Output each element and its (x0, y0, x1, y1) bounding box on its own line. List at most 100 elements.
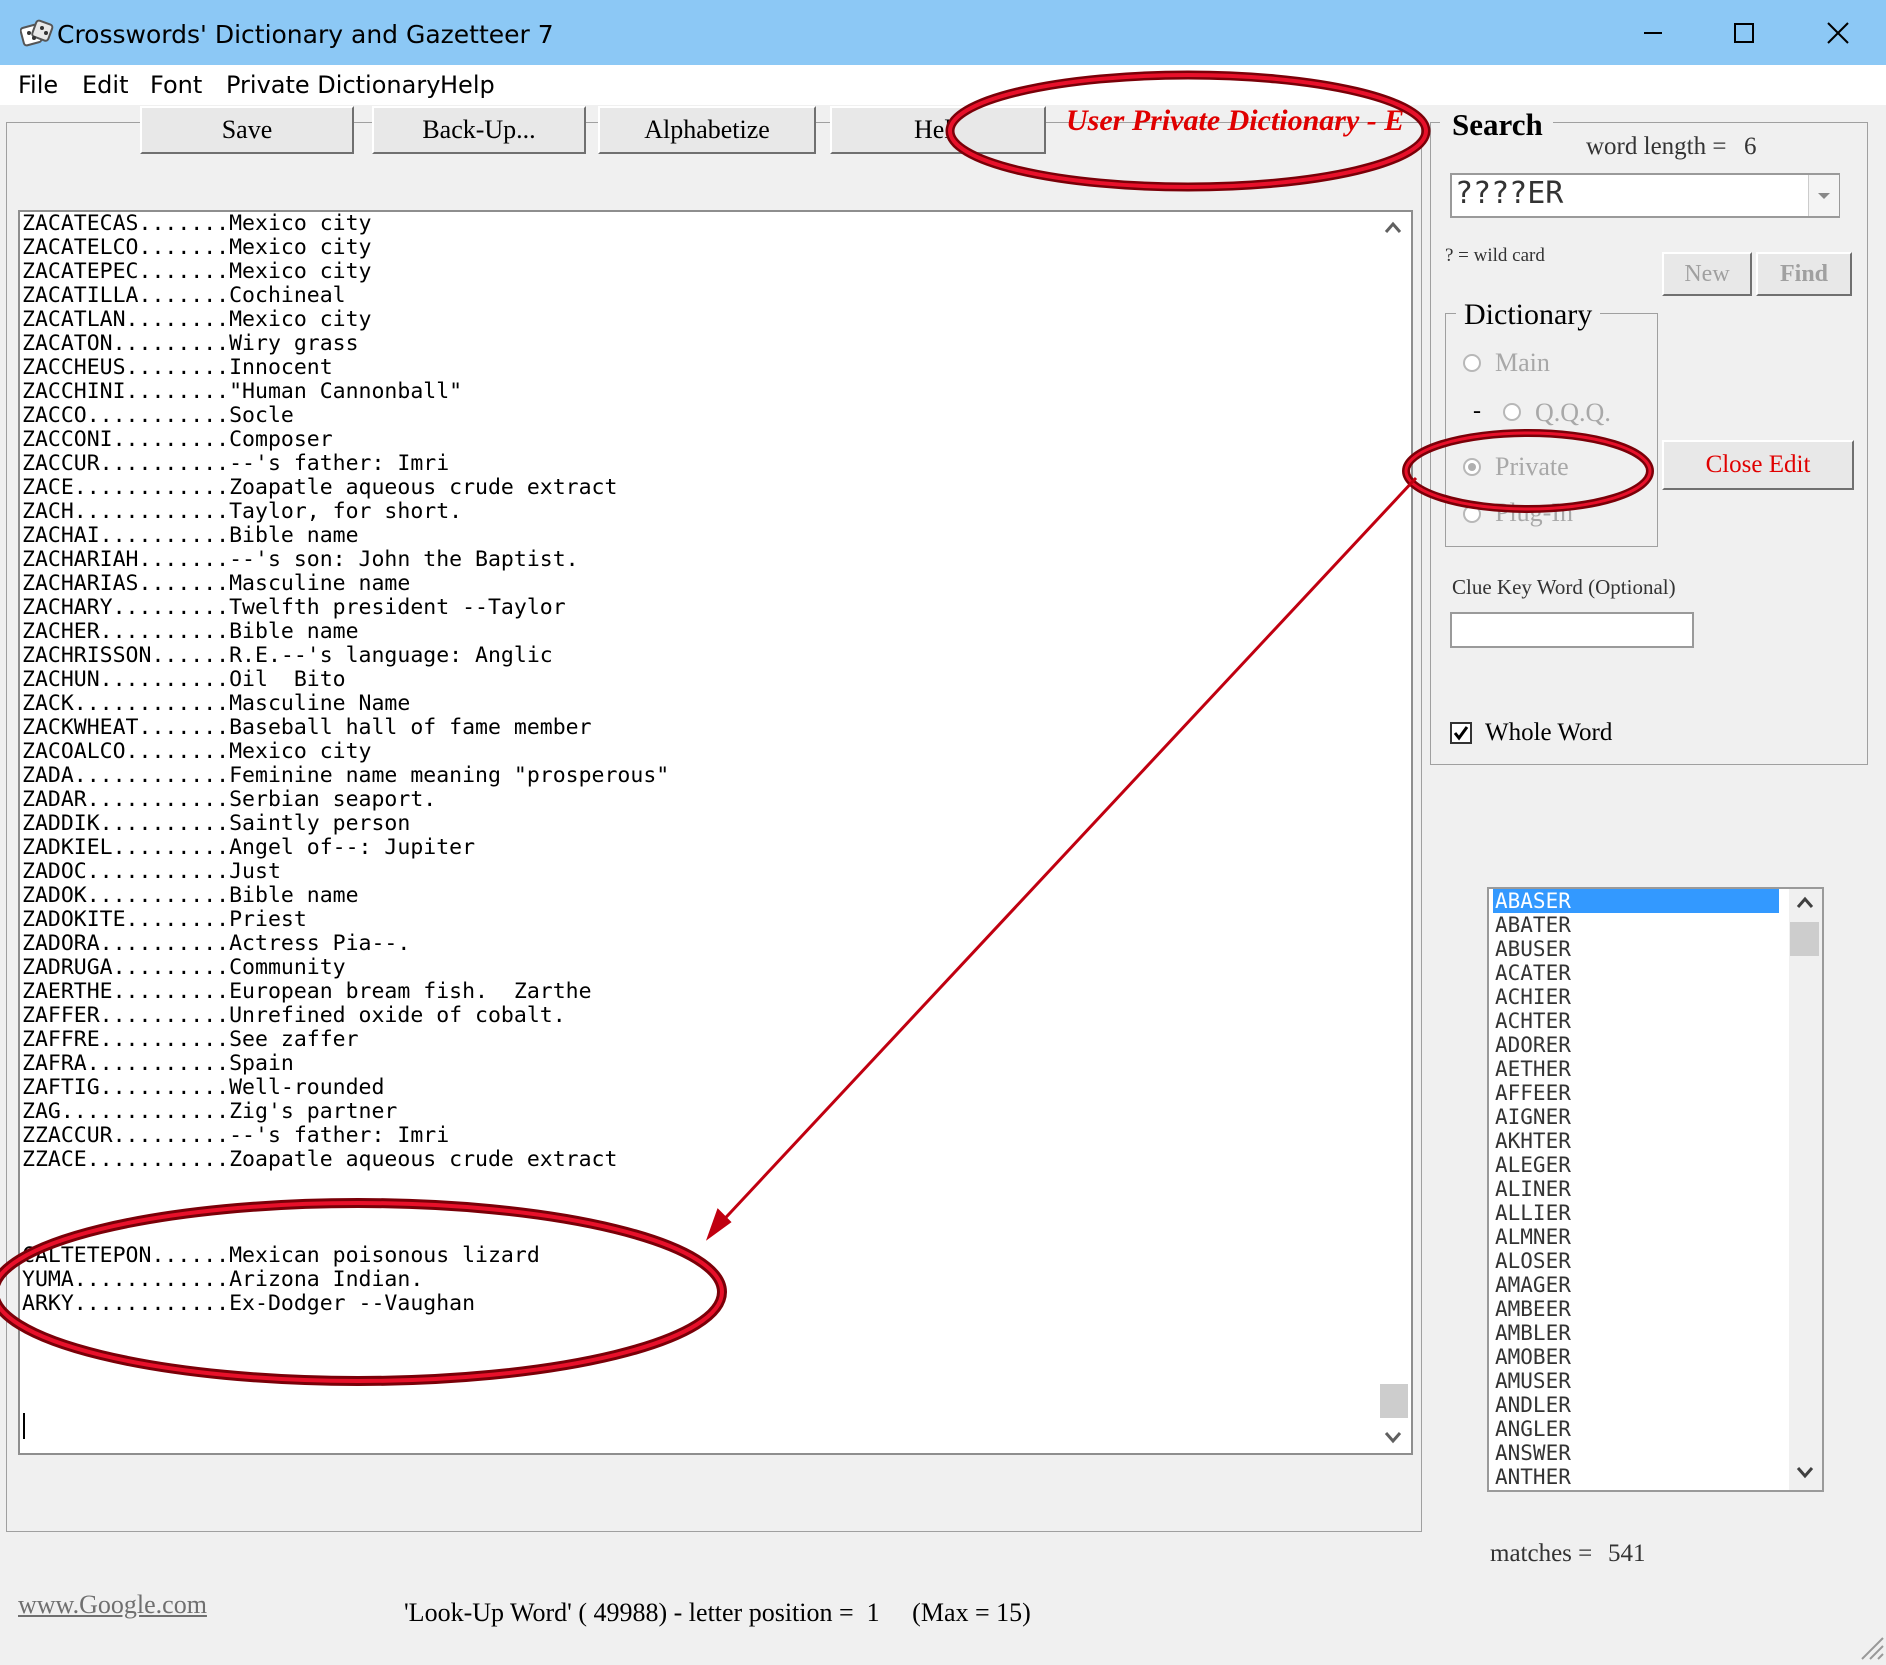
result-item[interactable]: ALLIER (1493, 1201, 1779, 1225)
result-item[interactable]: ANGLER (1493, 1417, 1779, 1441)
result-item[interactable]: AKHTER (1493, 1129, 1779, 1153)
results-scroll-thumb[interactable] (1790, 922, 1819, 956)
result-item[interactable]: ABASER (1493, 889, 1779, 913)
editor-line: ZZACE...........Zoapatle aqueous crude e… (22, 1147, 618, 1172)
result-item[interactable]: ABATER (1493, 913, 1779, 937)
lookup-status: 'Look-Up Word' ( 49988) - letter positio… (404, 1598, 1031, 1627)
results-items: ABASER ABATER ABUSER ACATER ACHIER ACHTER ADOR… (1493, 889, 1779, 1489)
editor-text[interactable]: ZACATECAS.......Mexico city ZACATELCO....… (22, 212, 669, 1316)
result-item[interactable]: ALMNER (1493, 1225, 1779, 1249)
dice-icon[interactable] (19, 18, 54, 52)
scroll-down-icon[interactable] (1383, 1427, 1403, 1452)
editor-line: ZACOALCO........Mexico city (22, 739, 372, 764)
matches-value: 541 (1608, 1540, 1646, 1567)
editor-line: ZADOKITE........Priest (22, 907, 307, 932)
results-scrollbar[interactable] (1789, 889, 1822, 1490)
editor-line: ZACCHINI........"Human Cannonball" (22, 379, 463, 404)
radio-plugin[interactable] (1463, 505, 1481, 523)
editor-line: ZACCO...........Socle (22, 403, 294, 428)
editor-line: ZACHUN..........Oil Bito (22, 667, 346, 692)
backup-button[interactable]: Back-Up... (372, 106, 586, 154)
editor-line: ZADKIEL.........Angel of--: Jupiter (22, 835, 476, 860)
result-item[interactable]: ALEGER (1493, 1153, 1779, 1177)
radio-main-label: Main (1495, 348, 1550, 377)
radio-private[interactable] (1463, 458, 1481, 476)
radio-main[interactable] (1463, 354, 1481, 372)
result-item[interactable]: AMBLER (1493, 1321, 1779, 1345)
close-edit-button[interactable]: Close Edit (1662, 440, 1854, 490)
editor-line: ZADORA..........Actress Pia--. (22, 931, 411, 956)
result-item[interactable]: ACATER (1493, 961, 1779, 985)
editor-line: ZADAR...........Serbian seaport. (22, 787, 437, 812)
google-link[interactable]: www.Google.com (18, 1590, 207, 1620)
editor-line: ZADDIK..........Saintly person (22, 811, 411, 836)
result-item[interactable]: ANDLER (1493, 1393, 1779, 1417)
editor-line: ZACCONI.........Composer (22, 427, 333, 452)
editor-line: ZACATILLA.......Cochineal (22, 283, 346, 308)
window-title: Crosswords' Dictionary and Gazetteer 7 (57, 20, 554, 49)
result-item[interactable]: AMBEER (1493, 1297, 1779, 1321)
result-item[interactable]: ACHTER (1493, 1009, 1779, 1033)
whole-word-label: Whole Word (1485, 719, 1613, 746)
qqq-prefix: - (1473, 398, 1481, 424)
resize-grip-icon[interactable] (1856, 1632, 1884, 1665)
menu-font[interactable]: Font (150, 71, 202, 99)
result-item[interactable]: ANTHER (1493, 1465, 1779, 1489)
wildcard-hint: ? = wild card (1445, 245, 1545, 266)
whole-word-checkbox[interactable] (1450, 722, 1472, 744)
save-button[interactable]: Save (140, 106, 354, 154)
result-item[interactable]: AMAGER (1493, 1273, 1779, 1297)
clue-key-label: Clue Key Word (Optional) (1452, 575, 1676, 599)
result-item[interactable]: AETHER (1493, 1057, 1779, 1081)
chevron-down-icon[interactable] (1808, 175, 1839, 216)
result-item[interactable]: ADORER (1493, 1033, 1779, 1057)
editor-scroll-thumb[interactable] (1380, 1384, 1408, 1418)
menu-help[interactable]: Help (440, 71, 495, 99)
close-icon[interactable] (1800, 0, 1875, 65)
menu-private-dictionary[interactable]: Private Dictionary (226, 71, 440, 99)
scroll-up-icon[interactable] (1383, 218, 1403, 243)
editor-line: ZAFRA...........Spain (22, 1051, 294, 1076)
editor-line: ZACATLAN........Mexico city (22, 307, 372, 332)
minimize-icon[interactable] (1615, 0, 1690, 65)
editor-line: ZACATEPEC.......Mexico city (22, 259, 372, 284)
editor-line: ZACATELCO.......Mexico city (22, 235, 372, 260)
scroll-up-icon[interactable] (1795, 894, 1815, 917)
result-item[interactable]: AMUSER (1493, 1369, 1779, 1393)
radio-plugin-label: Plug-In (1495, 498, 1573, 527)
editor-scrollbar[interactable] (1377, 212, 1410, 1452)
text-cursor (23, 1413, 25, 1439)
alphabetize-button[interactable]: Alphabetize (598, 106, 816, 154)
editor-line: ZACATECAS.......Mexico city (22, 211, 372, 236)
clue-key-input[interactable] (1450, 612, 1694, 648)
menu-file[interactable]: File (18, 71, 58, 99)
result-item[interactable]: ABUSER (1493, 937, 1779, 961)
editor-line: ZACE............Zoapatle aqueous crude e… (22, 475, 618, 500)
editor-line: ZADOC...........Just (22, 859, 281, 884)
dictionary-heading: Dictionary (1456, 298, 1601, 332)
result-item[interactable]: AMOBER (1493, 1345, 1779, 1369)
menu-edit[interactable]: Edit (82, 71, 128, 99)
result-item[interactable]: ACHIER (1493, 985, 1779, 1009)
editor-line: ZAERTHE.........European bream fish. Zar… (22, 979, 592, 1004)
new-button[interactable]: New (1662, 252, 1752, 296)
result-item[interactable]: ALINER (1493, 1177, 1779, 1201)
editor-line: ARKY............Ex-Dodger --Vaughan (22, 1291, 476, 1316)
result-item[interactable]: ALOSER (1493, 1249, 1779, 1273)
help-button[interactable]: Hel (830, 106, 1046, 154)
radio-private-label: Private (1495, 452, 1569, 481)
editor-line: ZADA............Feminine name meaning "p… (22, 763, 670, 788)
radio-qqq[interactable] (1503, 403, 1521, 421)
scroll-down-icon[interactable] (1795, 1463, 1815, 1486)
word-length-label: word length = (1586, 133, 1727, 160)
result-item[interactable]: AFFEER (1493, 1081, 1779, 1105)
word-length-value: 6 (1744, 133, 1757, 160)
result-item[interactable]: ANSWER (1493, 1441, 1779, 1465)
maximize-icon[interactable] (1706, 0, 1781, 65)
editor-line: ZACHRISSON......R.E.--'s language: Angli… (22, 643, 553, 668)
matches-label: matches = (1490, 1540, 1593, 1567)
find-button[interactable]: Find (1756, 252, 1852, 296)
search-query[interactable]: ????ER (1455, 176, 1563, 211)
result-item[interactable]: AIGNER (1493, 1105, 1779, 1129)
